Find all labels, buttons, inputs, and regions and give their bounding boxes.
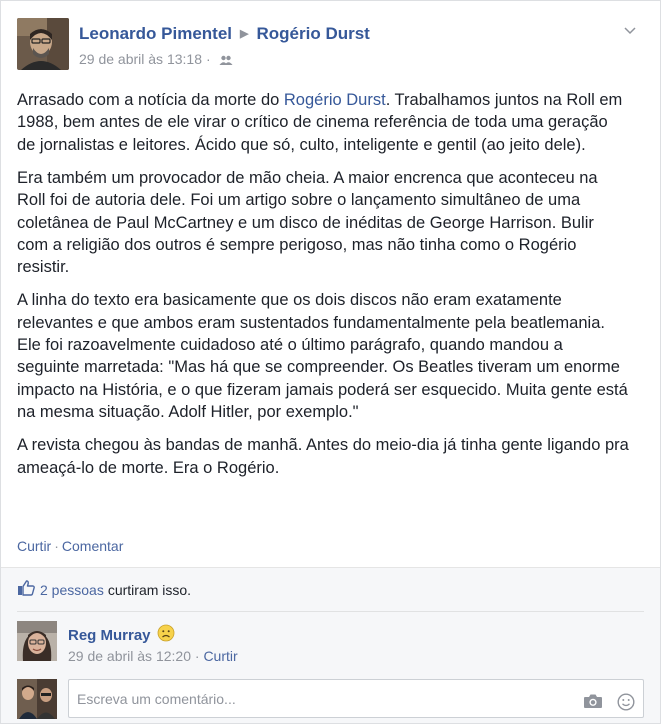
comment-header: Reg Murray [68, 624, 175, 646]
current-user-avatar [17, 679, 57, 719]
friends-icon[interactable] [215, 51, 233, 67]
likes-summary: 2 pessoas curtiram isso. [17, 580, 191, 599]
sad-face-icon [157, 624, 175, 646]
post-paragraph: Arrasado com a notícia da morte do Rogér… [17, 91, 623, 154]
comment-like-link[interactable]: Curtir [203, 648, 237, 664]
commenter-name[interactable]: Reg Murray [68, 627, 151, 644]
comment-timestamp[interactable]: 29 de abril às 12:20 [68, 648, 191, 664]
smiley-icon[interactable] [617, 693, 635, 714]
arrow-right-icon: ▶ [240, 28, 249, 40]
feedback-section: 2 pessoas curtiram isso. Reg Murray 29 d… [1, 567, 660, 723]
comment-input[interactable]: Escreva um comentário... [68, 679, 644, 718]
comment-composer: Escreva um comentário... [17, 675, 644, 719]
camera-icon[interactable] [583, 693, 603, 714]
composer-icons [583, 693, 635, 714]
comment-item: Reg Murray 29 de abril às 12:20 · Curtir [17, 621, 644, 671]
comment-meta: 29 de abril às 12:20 · Curtir [68, 648, 238, 664]
like-link[interactable]: Curtir [17, 538, 51, 554]
thumbs-up-icon [17, 580, 35, 599]
post-paragraph: Era também um provocador de mão cheia. A… [17, 168, 598, 277]
author-avatar[interactable] [17, 18, 69, 70]
likes-count-link[interactable]: 2 pessoas [40, 582, 104, 598]
post-card: Leonardo Pimentel ▶ Rogério Durst 29 de ab… [0, 0, 661, 724]
post-header: Leonardo Pimentel ▶ Rogério Durst 29 de ab… [17, 18, 644, 74]
post-paragraph: A revista chegou às bandas de manhã. Ant… [17, 436, 629, 477]
author-name[interactable]: Leonardo Pimentel [79, 24, 232, 43]
post-body: Arrasado com a notícia da morte do Rogér… [17, 89, 629, 490]
divider [17, 611, 644, 612]
target-name[interactable]: Rogério Durst [257, 24, 370, 43]
chevron-down-icon[interactable] [622, 22, 638, 38]
comment-placeholder: Escreva um comentário... [77, 691, 236, 707]
post-title: Leonardo Pimentel ▶ Rogério Durst [79, 24, 370, 44]
likes-suffix: curtiram isso. [107, 581, 192, 598]
commenter-avatar[interactable] [17, 621, 57, 661]
mention-link[interactable]: Rogério Durst [284, 91, 386, 109]
post-timestamp[interactable]: 29 de abril às 13:18 [79, 51, 202, 67]
comment-link[interactable]: Comentar [62, 538, 123, 554]
post-paragraph: A linha do texto era basicamente que os … [17, 291, 628, 422]
post-meta: 29 de abril às 13:18 · [79, 51, 233, 67]
post-actions: Curtir · Comentar [17, 538, 124, 554]
